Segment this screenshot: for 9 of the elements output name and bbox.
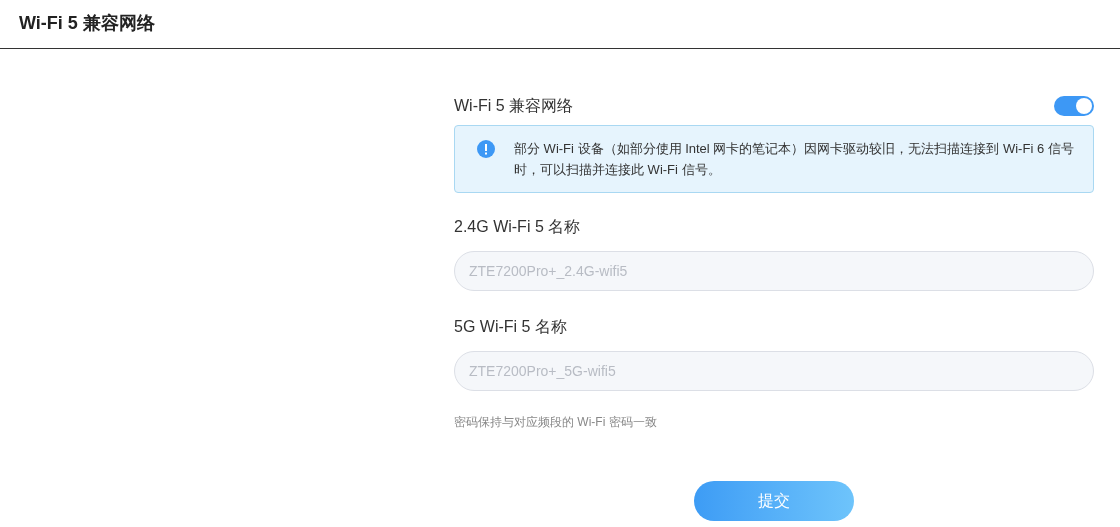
toggle-switch[interactable]: [1054, 96, 1094, 116]
info-icon: [477, 140, 495, 158]
submit-button[interactable]: 提交: [694, 481, 854, 521]
page-title: Wi-Fi 5 兼容网络: [19, 12, 156, 35]
field-label: 5G Wi-Fi 5 名称: [454, 317, 568, 337]
toggle-label: Wi-Fi 5 兼容网络: [454, 96, 574, 116]
notice-text: 部分 Wi-Fi 设备（如部分使用 Intel 网卡的笔记本）因网卡驱动较旧，无法扫描连接到 Wi-Fi 6 信号时，可以扫描并连接此 Wi-Fi 信号。: [514, 140, 1075, 179]
hint-text: 密码保持与对应频段的 Wi-Fi 密码一致: [454, 414, 658, 431]
field-label: 2.4G Wi-Fi 5 名称: [454, 217, 582, 237]
